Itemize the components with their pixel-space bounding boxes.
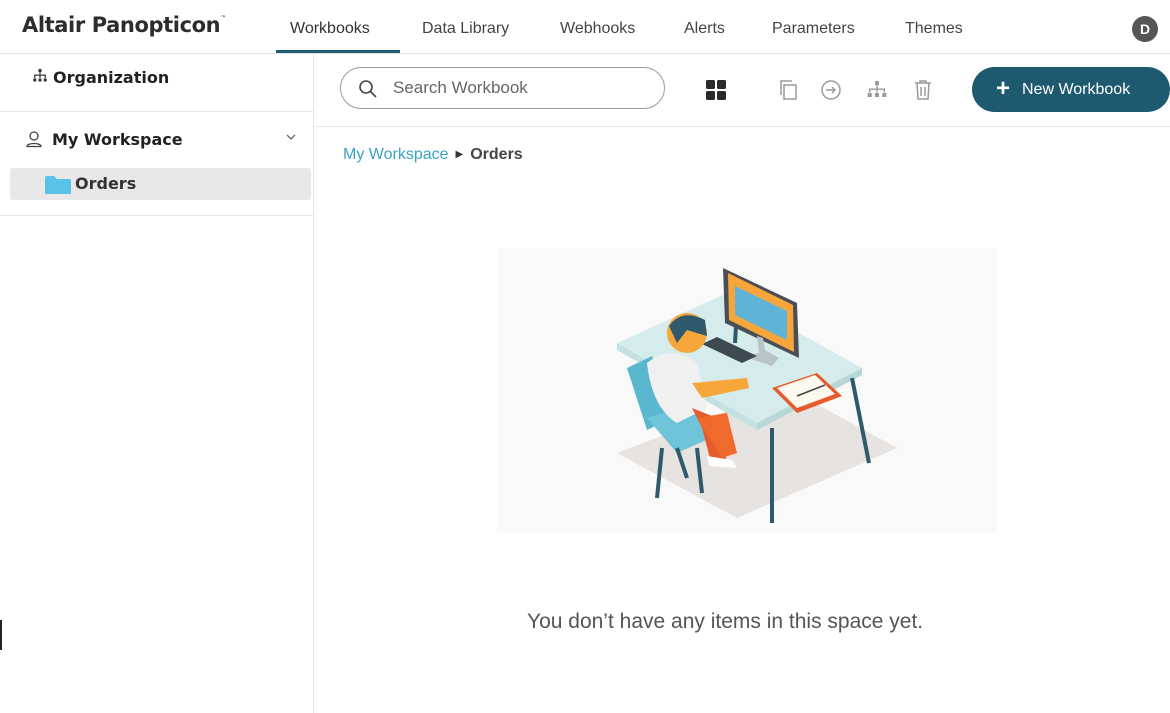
brand-name: Altair Panopticon	[22, 13, 221, 37]
caret-right-icon: ▶	[455, 149, 464, 160]
copy-icon[interactable]	[777, 78, 801, 102]
sidebar: Organization My Workspace Orders	[0, 54, 314, 713]
organization-label: Organization	[53, 68, 170, 87]
sidebar-section-workspace: My Workspace Orders	[0, 112, 314, 216]
user-avatar[interactable]: D	[1132, 16, 1158, 42]
chevron-down-icon[interactable]	[284, 130, 298, 149]
empty-state-message: You don’t have any items in this space y…	[527, 610, 924, 633]
empty-state-illustration	[497, 248, 997, 533]
workspace-label[interactable]: My Workspace	[52, 130, 183, 149]
new-workbook-label: New Workbook	[1022, 81, 1131, 98]
folder-label: Orders	[75, 174, 137, 193]
search-input[interactable]	[393, 77, 653, 99]
toolbar: + New Workbook	[315, 54, 1170, 127]
plus-icon: +	[996, 75, 1011, 102]
hierarchy-icon[interactable]	[865, 78, 889, 102]
search-box[interactable]	[340, 67, 665, 109]
tab-workbooks[interactable]: Workbooks	[290, 20, 370, 38]
app-logo[interactable]: Altair Panopticon™	[22, 13, 226, 37]
tab-parameters[interactable]: Parameters	[772, 20, 855, 38]
breadcrumb: My Workspace ▶ Orders	[343, 146, 523, 164]
tab-alerts[interactable]: Alerts	[684, 20, 725, 38]
sidebar-item-organization[interactable]: Organization	[0, 54, 314, 112]
window-edge-mark	[0, 620, 2, 650]
active-tab-indicator	[276, 50, 400, 53]
trash-icon[interactable]	[911, 78, 935, 102]
tab-webhooks[interactable]: Webhooks	[560, 20, 635, 38]
hierarchy-icon	[32, 68, 48, 89]
trademark-mark: ™	[220, 15, 226, 22]
move-icon[interactable]	[819, 78, 843, 102]
breadcrumb-root[interactable]: My Workspace	[343, 146, 449, 163]
tab-themes[interactable]: Themes	[905, 20, 963, 38]
grid-view-icon[interactable]	[704, 78, 728, 102]
new-workbook-button[interactable]: + New Workbook	[972, 67, 1170, 112]
breadcrumb-current: Orders	[470, 146, 523, 163]
tab-data-library[interactable]: Data Library	[422, 20, 509, 38]
user-icon	[25, 130, 43, 153]
top-navigation-bar: Altair Panopticon™ Workbooks Data Librar…	[0, 0, 1170, 54]
sidebar-item-orders[interactable]: Orders	[10, 168, 311, 200]
folder-icon	[44, 175, 72, 200]
search-icon	[358, 79, 378, 104]
